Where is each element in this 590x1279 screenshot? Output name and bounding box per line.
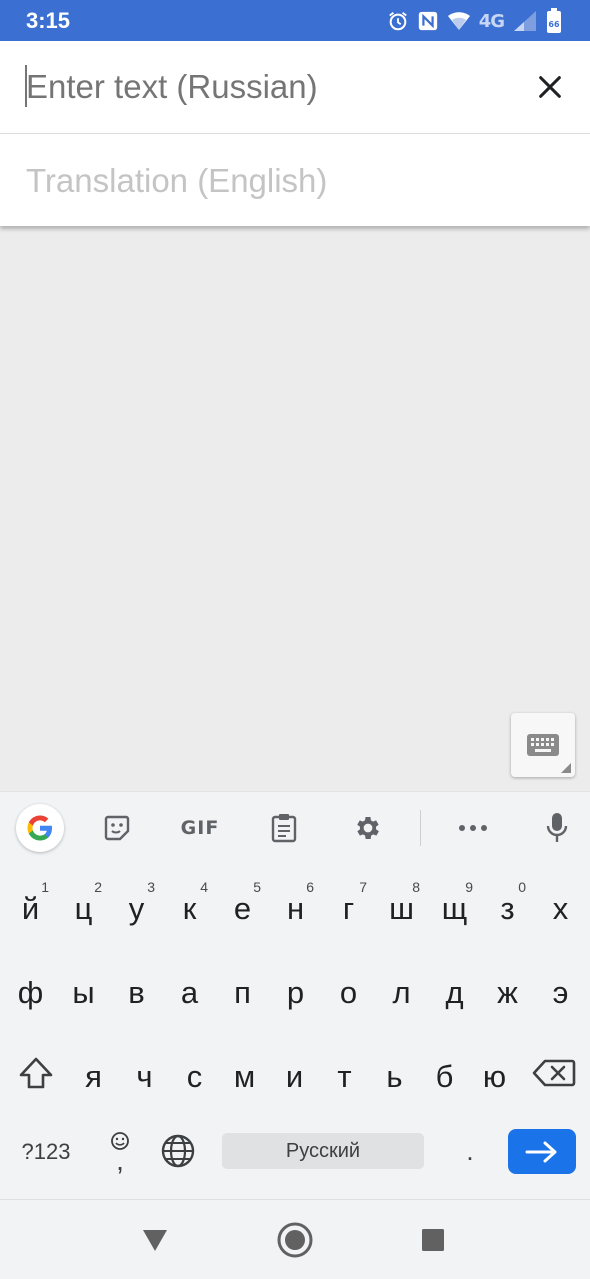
translation-placeholder: Translation (English): [26, 162, 328, 199]
key-row2-8[interactable]: л: [375, 955, 428, 1025]
home-icon: [277, 1222, 313, 1258]
close-icon: [539, 76, 561, 98]
clipboard-button[interactable]: [260, 804, 308, 852]
shift-key[interactable]: [8, 1041, 64, 1105]
key-row3-5[interactable]: и: [268, 1039, 321, 1109]
mic-icon: [546, 813, 568, 842]
key-row3-9[interactable]: ю: [468, 1039, 521, 1109]
sticker-icon: [104, 815, 130, 841]
home-button[interactable]: [273, 1218, 317, 1262]
wifi-icon: [447, 10, 471, 32]
symbols-key[interactable]: ?123: [10, 1129, 82, 1174]
keyboard: GIF 1й 2ц 3 у 4 к 5 е 6 н 7 г 8 ш 9 щ 0 …: [0, 791, 590, 1199]
key-row3-7[interactable]: ь: [368, 1039, 421, 1109]
settings-icon: [357, 817, 379, 839]
key-row2-5[interactable]: п: [216, 955, 269, 1025]
key-row3-8[interactable]: б: [418, 1039, 471, 1109]
key-row2-4[interactable]: а: [163, 955, 216, 1025]
space-key[interactable]: Русский: [222, 1133, 424, 1169]
google-icon: [27, 815, 52, 841]
recents-button[interactable]: [411, 1218, 455, 1262]
emoji-comma-key[interactable]: ,: [96, 1123, 144, 1179]
enter-key[interactable]: [508, 1129, 576, 1174]
settings-button[interactable]: [344, 804, 392, 852]
key-row1-5[interactable]: 5е: [216, 871, 269, 941]
globe-icon: [161, 1134, 195, 1168]
more-button[interactable]: [449, 804, 497, 852]
gif-button[interactable]: GIF: [176, 804, 224, 852]
keyboard-toolbar: GIF: [0, 791, 590, 864]
key-row2-10[interactable]: ж: [481, 955, 534, 1025]
key-row1-11[interactable]: х: [534, 871, 587, 941]
key-row3-6[interactable]: т: [318, 1039, 371, 1109]
nfc-icon: [417, 10, 439, 32]
recents-icon: [422, 1229, 444, 1251]
sticker-button[interactable]: [93, 804, 141, 852]
toolbar-divider: [420, 810, 421, 846]
source-input-card: [0, 41, 590, 134]
comma-label: ,: [116, 1145, 124, 1176]
key-row1-7[interactable]: 7г: [322, 871, 375, 941]
key-row1-6[interactable]: 6н: [269, 871, 322, 941]
period-key[interactable]: .: [448, 1129, 492, 1174]
language-key[interactable]: [156, 1126, 200, 1176]
network-label: 4G: [478, 10, 505, 32]
status-time: 3:15: [26, 8, 71, 33]
key-row1-4[interactable]: 4к: [163, 871, 216, 941]
key-row1-1[interactable]: 1й: [4, 871, 57, 941]
key-row3-4[interactable]: м: [218, 1039, 271, 1109]
google-search-button[interactable]: [16, 804, 64, 852]
battery-level: 66: [548, 20, 560, 29]
source-text-input[interactable]: [26, 61, 496, 113]
status-icons: 4G 66: [387, 7, 562, 35]
key-row2-9[interactable]: д: [428, 955, 481, 1025]
key-row1-10[interactable]: 0з: [481, 871, 534, 941]
key-row1-2[interactable]: 2ц: [57, 871, 110, 941]
more-icon: [459, 825, 487, 831]
resize-corner-icon: [561, 763, 571, 773]
backspace-icon: [532, 1059, 576, 1087]
shift-icon: [19, 1057, 53, 1089]
key-row1-9[interactable]: 9щ: [428, 871, 481, 941]
clear-button[interactable]: [524, 61, 576, 113]
key-row1-3[interactable]: 3у: [110, 871, 163, 941]
keyboard-toggle-button[interactable]: [511, 713, 575, 777]
key-row3-2[interactable]: ч: [118, 1039, 171, 1109]
signal-icon: [512, 9, 538, 33]
key-row2-7[interactable]: о: [322, 955, 375, 1025]
translation-card: Translation (English): [0, 134, 590, 226]
key-row2-6[interactable]: р: [269, 955, 322, 1025]
key-row3-3[interactable]: с: [168, 1039, 221, 1109]
key-row2-1[interactable]: ф: [4, 955, 57, 1025]
key-row2-11[interactable]: э: [534, 955, 587, 1025]
back-button[interactable]: [133, 1218, 177, 1262]
key-row3-1[interactable]: я: [67, 1039, 120, 1109]
arrow-right-icon: [525, 1141, 557, 1162]
key-row2-2[interactable]: ы: [57, 955, 110, 1025]
text-cursor: [25, 65, 27, 107]
status-bar: 3:15 4G 66: [0, 0, 590, 41]
key-row1-8[interactable]: 8ш: [375, 871, 428, 941]
gif-icon: GIF: [180, 817, 220, 839]
voice-input-button[interactable]: [533, 804, 581, 852]
alarm-icon: [387, 10, 409, 32]
navigation-bar: [0, 1199, 590, 1279]
back-icon: [143, 1230, 167, 1251]
key-row2-3[interactable]: в: [110, 955, 163, 1025]
backspace-key[interactable]: [526, 1041, 582, 1105]
keyboard-icon: [527, 734, 559, 756]
battery-icon: 66: [546, 8, 562, 34]
clipboard-icon: [271, 814, 297, 843]
